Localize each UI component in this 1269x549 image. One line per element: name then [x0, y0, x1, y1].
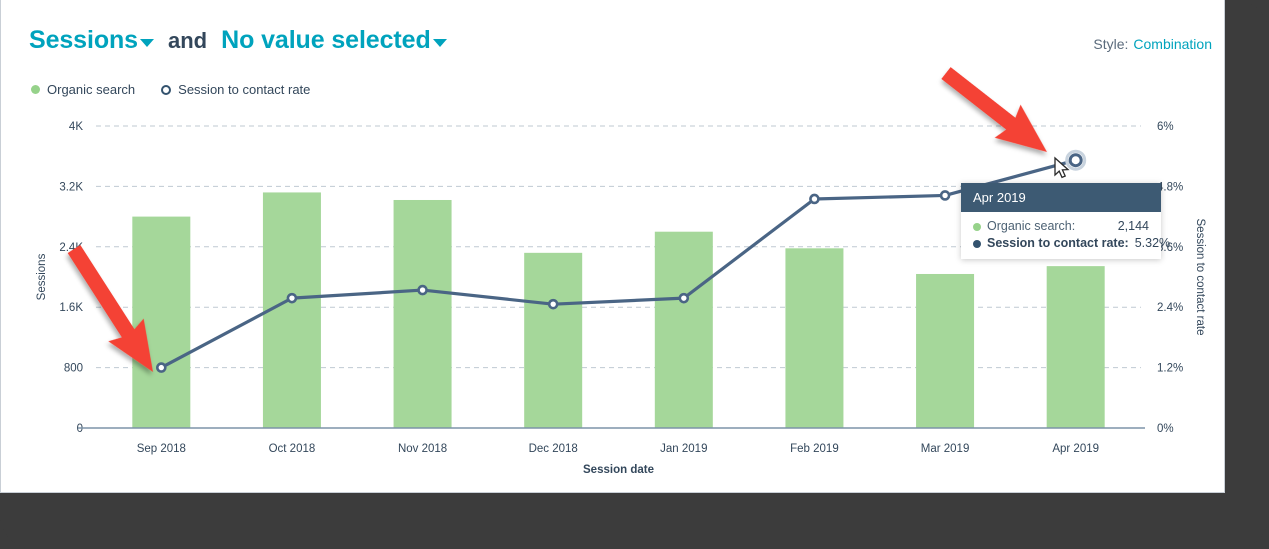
y-axis-ticks: 0 800 1.6K 2.4K 3.2K 4K: [59, 121, 83, 435]
metric-secondary-label: No value selected: [221, 26, 431, 54]
bar[interactable]: [654, 231, 713, 428]
tooltip-row: Session to contact rate: 5.32%: [973, 235, 1170, 252]
x-axis-tick-label: Dec 2018: [529, 443, 578, 455]
tooltip-row-value: 2,144: [1117, 219, 1149, 233]
metric-primary-dropdown[interactable]: Sessions: [29, 26, 154, 55]
bar[interactable]: [916, 273, 975, 428]
y-axis-tick-label: 4K: [69, 121, 83, 133]
metric-primary-label: Sessions: [29, 26, 138, 54]
bar[interactable]: [393, 199, 452, 428]
y2-axis-tick-label: 6%: [1157, 121, 1174, 133]
y-axis-tick-label: 1.6K: [59, 302, 83, 314]
x-axis-labels: Sep 2018 Oct 2018 Nov 2018 Dec 2018 Jan 2019…: [137, 443, 1099, 455]
x-axis-tick-label: Feb 2019: [790, 443, 839, 455]
y-axis-tick-label: 800: [64, 363, 83, 375]
chart-legend: Organic search Session to contact rate: [31, 82, 310, 97]
line-marker[interactable]: [1068, 153, 1083, 168]
legend-label: Session to contact rate: [178, 82, 311, 97]
x-axis-tick-label: Nov 2018: [398, 443, 447, 455]
tooltip-marker-icon: [973, 222, 981, 231]
line-marker[interactable]: [678, 292, 690, 304]
chart-plot-area[interactable]: 0 800 1.6K 2.4K 3.2K 4K 0% 1.2% 2.4% 3.6% 4.8% 6% …: [1, 108, 1224, 492]
line-marker[interactable]: [156, 362, 167, 373]
tooltip-row: Organic search: 2,144: [973, 218, 1149, 235]
line-marker[interactable]: [547, 298, 559, 310]
style-label: Style:: [1093, 36, 1129, 52]
y-axis-tick-label: 2.4K: [59, 242, 83, 254]
legend-marker-icon: [161, 84, 172, 95]
tooltip-row-label: Organic search:: [987, 219, 1076, 233]
tooltip-marker-icon: [973, 239, 981, 248]
chevron-down-icon: [139, 39, 154, 48]
bar[interactable]: [524, 252, 583, 428]
tooltip-row-value: 5.32%: [1134, 236, 1171, 250]
bar[interactable]: [132, 216, 191, 428]
style-value: Combination: [1133, 36, 1212, 52]
style-selector[interactable]: Style: Combination: [1093, 36, 1212, 52]
line-marker[interactable]: [417, 284, 428, 296]
x-axis-tick-label: Apr 2019: [1052, 443, 1099, 455]
bar-series[interactable]: [132, 192, 1105, 428]
x-axis-tick-label: Oct 2018: [269, 443, 316, 455]
line-marker[interactable]: [286, 292, 298, 304]
legend-marker-icon: [31, 85, 40, 94]
metric-selectors: Sessions and No value selected: [29, 26, 447, 55]
y-axis-tick-label: 0: [77, 423, 83, 435]
x-axis-tick-label: Mar 2019: [921, 443, 970, 455]
screen-panel: Sessions and No value selected Style: Com…: [0, 0, 1225, 493]
legend-item-session-to-contact-rate[interactable]: Session to contact rate: [161, 82, 310, 97]
y2-axis-ticks: 0%1.2%2.4%3.6%4.8%6%: [1157, 121, 1183, 435]
conjunction-label: and: [167, 27, 208, 53]
line-marker[interactable]: [939, 190, 951, 201]
x-axis-tick-label: Jan 2019: [660, 443, 707, 455]
tooltip-row-label: Session to contact rate:: [987, 236, 1129, 250]
legend-item-organic-search[interactable]: Organic search: [31, 82, 135, 97]
chart-svg: 08001.6K2.4K3.2K4K 0%1.2%2.4%3.6%4.8%6% …: [36, 121, 1206, 476]
tooltip-title: Apr 2019: [961, 183, 1161, 212]
chevron-down-icon: [432, 39, 447, 48]
y2-axis-tick-label: 1.2%: [1157, 363, 1183, 375]
metric-secondary-dropdown[interactable]: No value selected: [221, 26, 447, 55]
x-axis-title: Session date: [583, 464, 654, 476]
legend-label: Organic search: [47, 82, 136, 97]
y2-axis-tick-label: 2.4%: [1157, 302, 1183, 314]
y2-axis-tick-label: 0%: [1157, 423, 1174, 435]
y-axis-title: Sessions: [36, 253, 48, 300]
y-axis-tick-label: 3.2K: [59, 181, 83, 193]
tooltip-body: Organic search: 2,144 Session to contact…: [961, 212, 1170, 259]
report-header: Sessions and No value selected Style: Com…: [1, 0, 1224, 72]
bar[interactable]: [785, 248, 844, 428]
bar[interactable]: [1046, 266, 1105, 428]
line-marker[interactable]: [809, 193, 820, 205]
device-frame: Sessions and No value selected Style: Com…: [0, 0, 1269, 549]
chart-tooltip: Apr 2019 Organic search: 2,144 Session t…: [961, 183, 1170, 259]
x-axis-tick-label: Sep 2018: [137, 443, 186, 455]
y2-axis-title: Session to contact rate: [1194, 219, 1206, 336]
